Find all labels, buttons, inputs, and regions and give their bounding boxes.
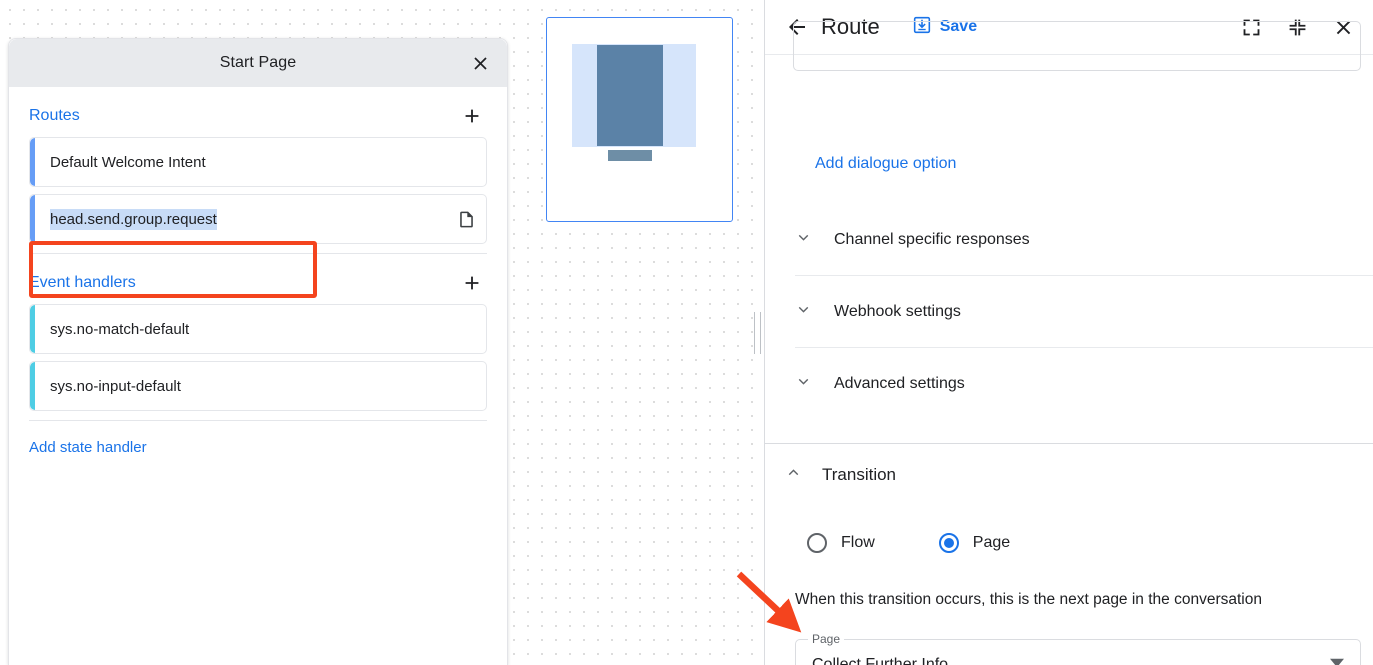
start-page-body: Routes Default Welcome Intent head.send.… [9, 95, 507, 457]
route-item-label: head.send.group.request [50, 209, 217, 230]
transition-helper-text: When this transition occurs, this is the… [765, 591, 1373, 609]
page-select-value: Collect Further Info [812, 656, 948, 665]
event-handler-color-bar [30, 305, 35, 353]
chevron-down-icon [795, 301, 812, 323]
event-handler-item-label: sys.no-input-default [50, 378, 181, 395]
chevron-down-icon [795, 373, 812, 395]
start-page-panel: Start Page Routes Default Welcome Intent [8, 38, 508, 665]
add-event-handler-plus-icon[interactable] [457, 268, 487, 298]
event-handler-color-bar [30, 362, 35, 410]
start-page-header: Start Page [9, 39, 507, 87]
route-side-panel: Route Save [765, 0, 1373, 665]
node-block [597, 45, 663, 146]
radio-option-page[interactable]: Page [939, 533, 1010, 553]
add-state-handler-link[interactable]: Add state handler [29, 439, 147, 456]
route-color-bar [30, 195, 35, 243]
page-title: Start Page [220, 54, 297, 72]
chevron-down-icon [795, 229, 812, 251]
route-item-head-send-group-request[interactable]: head.send.group.request [29, 194, 487, 244]
transition-header[interactable]: Transition [765, 444, 1373, 506]
route-item-label: Default Welcome Intent [50, 154, 206, 171]
page-node-thumbnail[interactable] [546, 17, 733, 222]
close-icon[interactable] [465, 48, 495, 78]
event-handler-item-no-input-default[interactable]: sys.no-input-default [29, 361, 487, 411]
radio-page[interactable] [939, 533, 959, 553]
route-item-default-welcome-intent[interactable]: Default Welcome Intent [29, 137, 487, 187]
event-handlers-heading: Event handlers [29, 274, 136, 292]
page-select-legend: Page [808, 632, 844, 646]
section-advanced-settings[interactable]: Advanced settings [765, 348, 1373, 419]
add-dialogue-option-row: Add dialogue option [815, 155, 956, 173]
section-divider [29, 253, 487, 254]
panel-resize-handle[interactable] [749, 0, 765, 665]
radio-option-flow[interactable]: Flow [807, 533, 875, 553]
radio-page-label: Page [973, 534, 1010, 552]
app-root: Start Page Routes Default Welcome Intent [0, 0, 1373, 665]
side-panel-body: Add dialogue option Channel specific res… [765, 55, 1373, 665]
collapsible-sections: Channel specific responses Webhook setti… [765, 204, 1373, 419]
section-label: Channel specific responses [834, 231, 1030, 249]
flow-canvas[interactable]: Start Page Routes Default Welcome Intent [0, 0, 765, 665]
event-handler-item-label: sys.no-match-default [50, 321, 189, 338]
transition-label: Transition [822, 465, 896, 485]
section-label: Webhook settings [834, 303, 961, 321]
event-handlers-section-header: Event handlers [29, 262, 487, 304]
section-channel-specific-responses[interactable]: Channel specific responses [765, 204, 1373, 275]
drag-grip-icon [754, 312, 761, 354]
radio-flow-label: Flow [841, 534, 875, 552]
document-icon[interactable] [457, 209, 476, 230]
section-label: Advanced settings [834, 375, 965, 393]
node-foot [608, 150, 652, 161]
dialogue-option-field[interactable] [793, 21, 1361, 71]
transition-section: Transition Flow Page When this transitio… [765, 444, 1373, 665]
radio-flow[interactable] [807, 533, 827, 553]
add-state-handler-row: Add state handler [29, 421, 487, 457]
section-webhook-settings[interactable]: Webhook settings [765, 276, 1373, 347]
event-handler-item-no-match-default[interactable]: sys.no-match-default [29, 304, 487, 354]
add-dialogue-option-link[interactable]: Add dialogue option [815, 155, 956, 172]
route-color-bar [30, 138, 35, 186]
page-select-field[interactable]: Page Collect Further Info [795, 639, 1361, 665]
routes-section-header: Routes [29, 95, 487, 137]
add-route-plus-icon[interactable] [457, 101, 487, 131]
chevron-up-icon [785, 464, 802, 486]
routes-heading: Routes [29, 107, 80, 125]
chevron-down-icon[interactable] [1330, 656, 1344, 665]
transition-type-radio-group: Flow Page [765, 533, 1373, 553]
